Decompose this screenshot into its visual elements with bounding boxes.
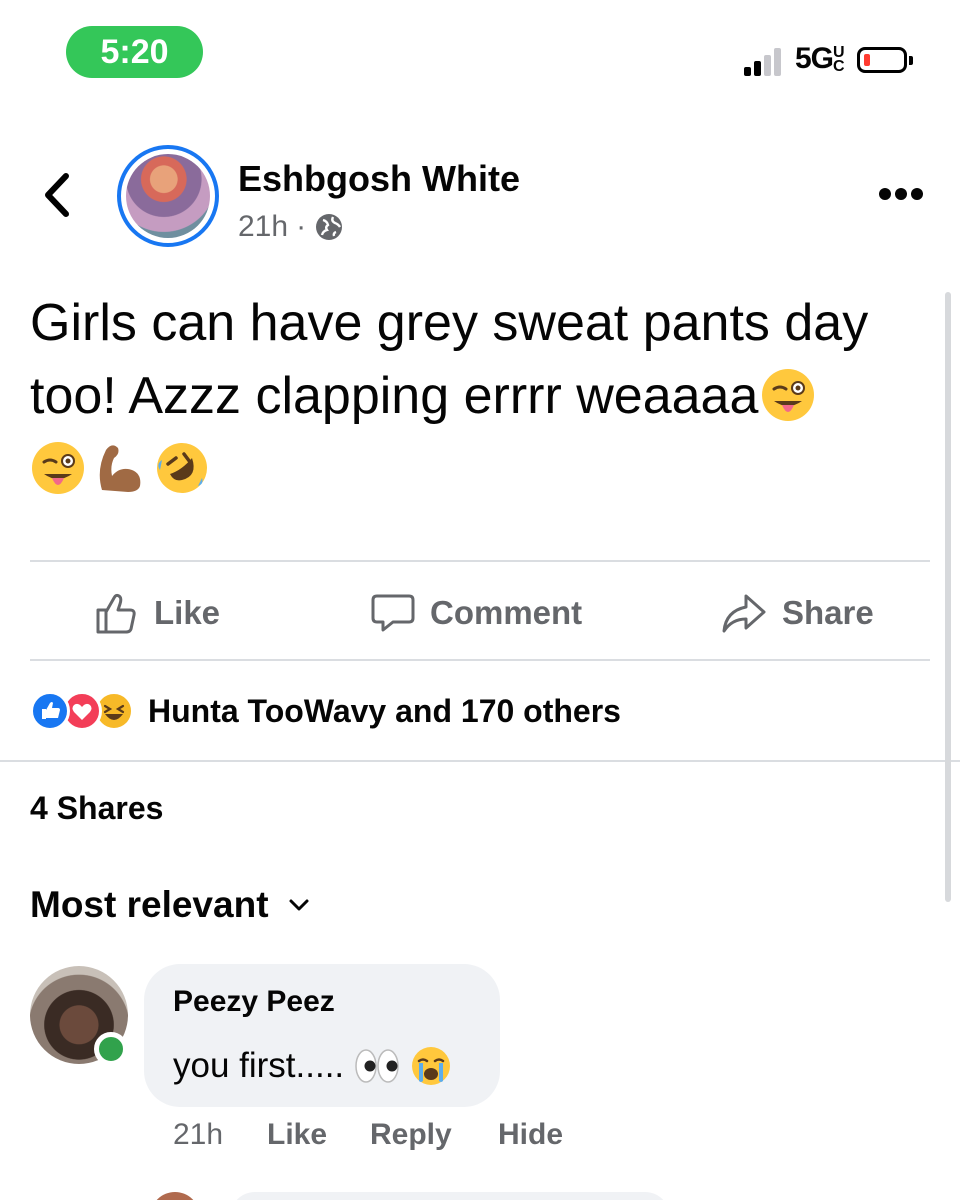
- divider-full: [0, 760, 960, 762]
- comment-like-button[interactable]: Like: [267, 1118, 327, 1152]
- divider-top: [30, 560, 930, 562]
- sort-label: Most relevant: [30, 884, 269, 925]
- comment-text: you first.....: [173, 1045, 452, 1087]
- post-meta: 21h ·: [238, 210, 344, 244]
- winking-tongue-emoji: [32, 442, 84, 494]
- next-commenter-avatar[interactable]: [150, 1192, 200, 1200]
- reactions-summary[interactable]: Hunta TooWavy and 170 others: [30, 688, 621, 734]
- share-button[interactable]: Share: [720, 585, 874, 641]
- post-time[interactable]: 21h: [238, 210, 288, 244]
- shares-count[interactable]: 4 Shares: [30, 790, 163, 827]
- like-button[interactable]: Like: [94, 585, 220, 641]
- globe-icon: [316, 214, 343, 240]
- comment-reply-button[interactable]: Reply: [370, 1118, 452, 1152]
- eyes-emoji: [355, 1049, 399, 1083]
- signal-icon: [744, 46, 788, 76]
- share-label: Share: [782, 594, 874, 631]
- next-comment-bubble[interactable]: [230, 1192, 670, 1200]
- comment-label: Comment: [430, 594, 583, 631]
- scrollbar[interactable]: [945, 292, 951, 902]
- back-chevron-icon[interactable]: [38, 168, 78, 222]
- network-indicator: 5GUC: [795, 42, 845, 75]
- winking-tongue-emoji: [762, 369, 815, 421]
- divider-middle: [30, 659, 930, 661]
- share-arrow-icon: [722, 594, 766, 633]
- flexed-biceps-emoji: [99, 445, 141, 492]
- comment-icon: [371, 594, 415, 632]
- crying-emoji: [412, 1047, 451, 1085]
- author-avatar[interactable]: [117, 145, 219, 247]
- post-emoji-row: [30, 440, 210, 500]
- status-time: 5:20: [66, 26, 203, 78]
- meta-separator: ·: [296, 210, 307, 243]
- comment-time: 21h: [173, 1118, 224, 1151]
- comment-button[interactable]: Comment: [370, 585, 582, 641]
- like-reaction-icon: [30, 691, 70, 731]
- comment-sort-dropdown[interactable]: Most relevant: [30, 884, 311, 926]
- battery-icon: [857, 47, 913, 73]
- reactions-text[interactable]: Hunta TooWavy and 170 others: [148, 693, 621, 730]
- more-options-icon[interactable]: [878, 186, 924, 202]
- facebook-post-page: 5:20 5GUC Eshbgosh White 21h · Girls can…: [0, 0, 960, 1200]
- thumbs-up-icon: [96, 593, 136, 634]
- rolling-laughing-emoji: [157, 443, 207, 493]
- comment-hide-button[interactable]: Hide: [498, 1118, 563, 1152]
- online-status-dot: [94, 1032, 128, 1066]
- chevron-down-icon: [289, 899, 309, 911]
- author-name[interactable]: Eshbgosh White: [238, 158, 520, 200]
- commenter-name[interactable]: Peezy Peez: [173, 985, 335, 1019]
- like-label: Like: [154, 594, 221, 631]
- post-text: Girls can have grey sweat pants day too!…: [30, 294, 869, 425]
